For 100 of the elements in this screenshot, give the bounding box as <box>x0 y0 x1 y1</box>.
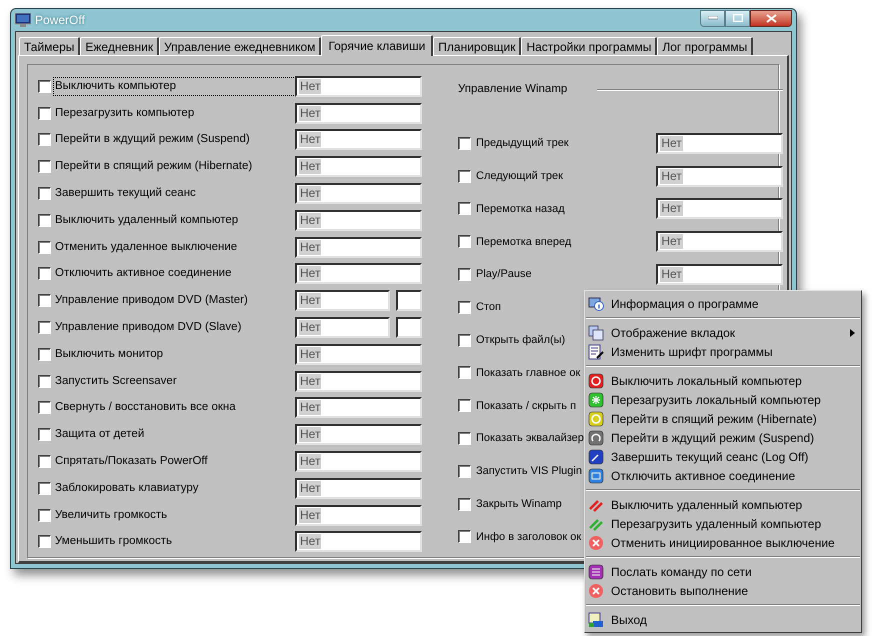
checkbox[interactable] <box>38 535 51 548</box>
menu-item[interactable]: Отображение вкладок <box>585 323 861 342</box>
hotkey-field[interactable]: Нет <box>656 231 784 252</box>
hotkey-field[interactable]: Нет <box>295 290 390 312</box>
hotkey-field[interactable]: Нет <box>295 424 422 446</box>
hotkey-field[interactable]: Нет <box>656 166 784 187</box>
menu-item[interactable]: Отменить инициированное выключение <box>585 533 861 552</box>
checkbox[interactable] <box>38 374 51 388</box>
tab[interactable]: Таймеры <box>19 37 80 55</box>
hotkey-field[interactable]: Нет <box>295 76 422 97</box>
checkbox[interactable] <box>458 268 471 282</box>
winamp-hotkey-label: Запустить VIS Plugin <box>476 464 582 480</box>
maximize-button[interactable] <box>725 10 750 26</box>
menu-item[interactable]: Перейти в ждущий режим (Suspend) <box>585 428 861 447</box>
maximize-icon <box>732 14 742 22</box>
checkbox[interactable] <box>38 482 51 495</box>
checkbox[interactable] <box>38 321 51 334</box>
tab[interactable]: Горячие клавиши <box>321 35 434 56</box>
checkbox[interactable] <box>38 240 51 254</box>
tab[interactable]: Настройки программы <box>521 37 658 55</box>
minimize-button[interactable] <box>700 10 725 26</box>
winamp-hotkey-label: Перемотка назад <box>476 202 565 217</box>
info-window-icon <box>588 296 604 312</box>
menu-item[interactable]: Отключить активное соединение <box>585 466 861 485</box>
checkbox[interactable] <box>458 366 471 380</box>
checkbox[interactable] <box>38 187 51 200</box>
checkbox[interactable] <box>458 300 471 314</box>
menu-item[interactable]: Выход <box>585 610 861 629</box>
menu-item[interactable]: Перезагрузить удаленный компьютер <box>585 514 861 533</box>
checkbox[interactable] <box>38 106 51 120</box>
checkbox[interactable] <box>458 399 471 412</box>
hotkey-field[interactable]: Нет <box>295 531 422 552</box>
checkbox[interactable] <box>458 432 471 446</box>
hotkey-field[interactable]: Нет <box>295 210 422 231</box>
checkbox[interactable] <box>458 170 471 183</box>
pages-icon <box>588 324 604 340</box>
document-pen-icon <box>588 344 604 360</box>
hotkey-field[interactable] <box>396 290 422 312</box>
hotkey-field[interactable]: Нет <box>295 504 422 526</box>
power-icon <box>588 372 604 388</box>
standby-icon <box>588 430 604 446</box>
sleep-icon <box>588 410 604 426</box>
menu-item[interactable]: Перезагрузить локальный компьютер <box>585 390 861 409</box>
winamp-hotkey-label: Показать / скрыть п <box>476 398 576 414</box>
checkbox[interactable] <box>38 214 51 227</box>
checkbox[interactable] <box>38 267 51 280</box>
hotkey-label: Управление приводом DVD (Master) <box>54 293 249 308</box>
hotkey-field[interactable]: Нет <box>295 478 422 499</box>
winamp-hotkey-label: Показать главное ок <box>476 366 580 381</box>
hotkey-field[interactable]: Нет <box>295 183 422 204</box>
menu-item[interactable]: Послать команду по сети <box>585 562 861 581</box>
checkbox[interactable] <box>38 428 51 442</box>
checkbox[interactable] <box>38 160 51 174</box>
tab[interactable]: Лог программы <box>657 37 754 55</box>
hotkey-field[interactable]: Нет <box>295 263 422 284</box>
menu-item[interactable]: Перейти в спящий режим (Hibernate) <box>585 409 861 428</box>
hotkey-field[interactable]: Нет <box>295 236 422 258</box>
hotkey-field[interactable]: Нет <box>656 132 784 154</box>
menu-item[interactable]: Изменить шрифт программы <box>585 342 861 361</box>
checkbox[interactable] <box>458 530 471 544</box>
tab[interactable]: Ежедневник <box>80 37 160 55</box>
checkbox[interactable] <box>458 235 471 248</box>
menu-item[interactable]: Остановить выполнение <box>585 581 861 600</box>
close-button[interactable] <box>750 10 792 26</box>
hotkey-label: Выключить компьютер <box>54 78 295 96</box>
hotkey-field[interactable]: Нет <box>656 198 784 220</box>
hotkey-label: Спрятать/Показать PowerOff <box>54 454 209 469</box>
checkbox[interactable] <box>38 508 51 522</box>
menu-item[interactable]: Информация о программе <box>585 294 861 313</box>
checkbox[interactable] <box>458 136 471 150</box>
hotkey-field[interactable] <box>396 317 422 338</box>
winamp-hotkey-label: Показать эквалайзер <box>476 431 584 446</box>
tab[interactable]: Управление ежедневником <box>159 37 322 55</box>
checkbox[interactable] <box>38 401 51 414</box>
hotkey-field[interactable]: Нет <box>295 397 422 418</box>
checkbox[interactable] <box>38 133 51 146</box>
hotkey-field[interactable]: Нет <box>295 102 422 124</box>
checkbox[interactable] <box>458 202 471 216</box>
hotkey-field[interactable]: Нет <box>295 344 422 365</box>
hotkey-field[interactable]: Нет <box>295 129 422 150</box>
winamp-hotkey-label: Инфо в заголовок ок <box>476 530 582 545</box>
checkbox[interactable] <box>458 334 471 347</box>
exit-window-icon <box>588 612 604 628</box>
checkbox[interactable] <box>38 80 51 93</box>
hotkey-field[interactable]: Нет <box>295 317 390 338</box>
menu-item[interactable]: Выключить удаленный компьютер <box>585 495 861 514</box>
menu-item[interactable]: Выключить локальный компьютер <box>585 371 861 390</box>
hotkey-field[interactable]: Нет <box>656 264 784 286</box>
checkbox[interactable] <box>38 294 51 308</box>
hotkey-field[interactable]: Нет <box>295 156 422 178</box>
hotkey-field[interactable]: Нет <box>295 370 422 392</box>
hotkey-field[interactable]: Нет <box>295 451 422 472</box>
checkbox[interactable] <box>458 498 471 511</box>
hotkey-label: Перейти в ждущий режим (Suspend) <box>54 132 251 148</box>
checkbox[interactable] <box>458 464 471 478</box>
winamp-hotkey-label: Открыть файл(ы) <box>476 332 566 348</box>
checkbox[interactable] <box>38 348 51 361</box>
menu-item[interactable]: Завершить текущий сеанс (Log Off) <box>585 447 861 466</box>
tab[interactable]: Планировщик <box>433 37 522 55</box>
checkbox[interactable] <box>38 455 51 468</box>
